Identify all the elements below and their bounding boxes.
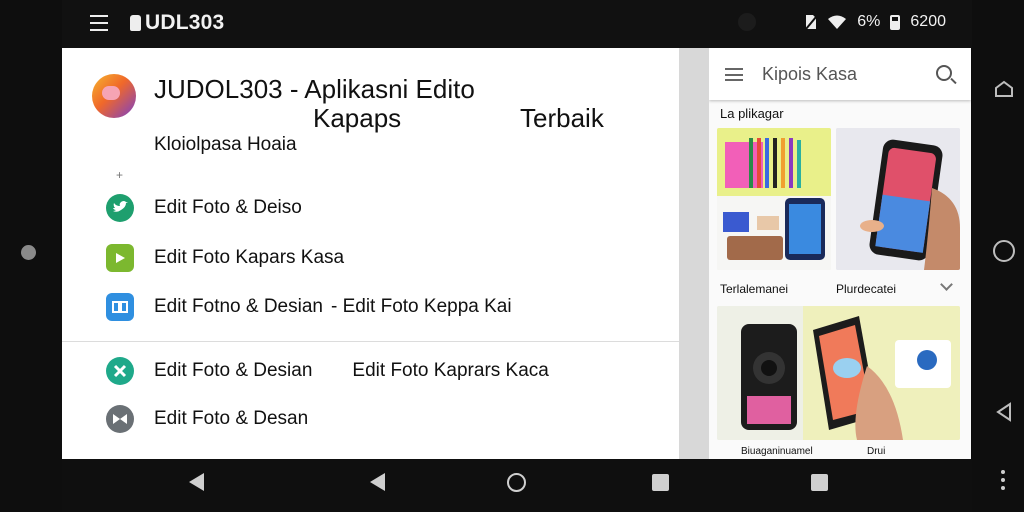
app-title-line2-left: Kapaps bbox=[313, 103, 402, 133]
caption-right: Plurdecatei bbox=[836, 282, 897, 296]
nav-back-alt-icon[interactable] bbox=[370, 473, 385, 491]
menu-item-5-label: Edit Foto & Desan bbox=[154, 408, 309, 429]
menu-item-2-label: Edit Foto Kapars Kasa bbox=[154, 247, 345, 268]
thumbnail-camera-phone[interactable] bbox=[717, 306, 960, 440]
hamburger-menu-icon[interactable] bbox=[90, 15, 108, 31]
main-panel: JUDOL303 - Aplikasni Edito Kapaps Terbai… bbox=[62, 48, 679, 459]
bottom-strip: Biuaganinuamel Drui bbox=[717, 446, 960, 459]
chevron-down-icon[interactable] bbox=[940, 278, 953, 291]
section-label: La plikagar bbox=[720, 106, 784, 121]
menu-item-3-extra: - Edit Foto Keppa Kai bbox=[330, 296, 512, 317]
thumbnail-stationery[interactable] bbox=[717, 128, 831, 270]
menu-item-4[interactable]: Edit Foto & Desian Edit Foto Kaprars Kac… bbox=[106, 357, 549, 385]
search-menu-icon[interactable] bbox=[725, 68, 743, 81]
star-icon bbox=[106, 357, 134, 385]
nav-back-icon[interactable] bbox=[189, 473, 204, 491]
menu-item-1-label: Edit Foto & Deiso bbox=[154, 197, 302, 218]
app-logo-icon bbox=[92, 74, 136, 118]
battery-icon bbox=[890, 14, 901, 30]
sim-icon bbox=[805, 15, 818, 30]
home-circle-icon[interactable] bbox=[993, 240, 1015, 262]
grid-icon bbox=[106, 293, 134, 321]
front-camera-icon bbox=[738, 13, 756, 31]
menu-item-2[interactable]: Edit Foto Kapars Kasa bbox=[106, 244, 344, 272]
status-title: UDL303 bbox=[130, 11, 224, 35]
panel-gutter bbox=[679, 48, 709, 459]
status-title-text: UDL303 bbox=[145, 11, 225, 34]
recent-apps-icon[interactable] bbox=[994, 80, 1014, 98]
search-bar[interactable]: Kipois Kasa bbox=[709, 48, 971, 100]
more-vert-icon[interactable] bbox=[1000, 470, 1006, 490]
nav-home-icon[interactable] bbox=[507, 473, 526, 492]
app-subtitle: Kloiolpasa Hoaia bbox=[154, 134, 297, 155]
lock-icon bbox=[130, 15, 141, 31]
play-icon bbox=[106, 244, 134, 272]
menu-item-5[interactable]: Edit Foto & Desan bbox=[106, 405, 308, 433]
caption-left: Terlalemanei bbox=[720, 282, 789, 296]
right-panel: Kipois Kasa La plikagar Terlalemanei Plu… bbox=[709, 48, 971, 459]
menu-item-4-label: Edit Foto & Desian bbox=[154, 360, 313, 381]
nav-recents-alt-icon[interactable] bbox=[811, 474, 828, 491]
thumbnail-phone[interactable] bbox=[836, 128, 960, 270]
clock: 6200 bbox=[910, 13, 946, 30]
plus-marker: + bbox=[116, 168, 124, 182]
search-text[interactable]: Kipois Kasa bbox=[762, 64, 857, 85]
status-indicators: 6% 6200 bbox=[803, 13, 946, 31]
section-divider bbox=[62, 341, 679, 342]
camera-dot-icon bbox=[21, 245, 36, 260]
app-title-line2-right: Terbaik bbox=[520, 103, 604, 133]
menu-item-4-extra: Edit Foto Kaprars Kaca bbox=[352, 360, 549, 381]
bottom-right-caption: Drui bbox=[867, 446, 886, 457]
menu-item-3[interactable]: Edit Fotno & Desian - Edit Foto Keppa Ka… bbox=[106, 293, 512, 321]
status-bar: UDL303 6% 6200 bbox=[62, 0, 972, 48]
device-frame: UDL303 6% 6200 JUDOL303 - Aplikasni Edit… bbox=[0, 0, 1024, 512]
battery-percent: 6% bbox=[857, 13, 881, 30]
back-triangle-icon[interactable] bbox=[994, 402, 1014, 422]
bottom-left-caption: Biuaganinuamel bbox=[741, 446, 813, 457]
menu-item-1[interactable]: Edit Foto & Deiso bbox=[106, 194, 302, 222]
app-title-line1: JUDOL303 - Aplikasni Edito bbox=[154, 74, 475, 104]
bow-tie-icon bbox=[106, 405, 134, 433]
search-icon[interactable] bbox=[936, 65, 952, 81]
wifi-icon bbox=[828, 15, 847, 29]
nav-recents-icon[interactable] bbox=[652, 474, 669, 491]
menu-item-3-label: Edit Fotno & Desian bbox=[154, 296, 323, 317]
twitter-bird-icon bbox=[106, 194, 134, 222]
